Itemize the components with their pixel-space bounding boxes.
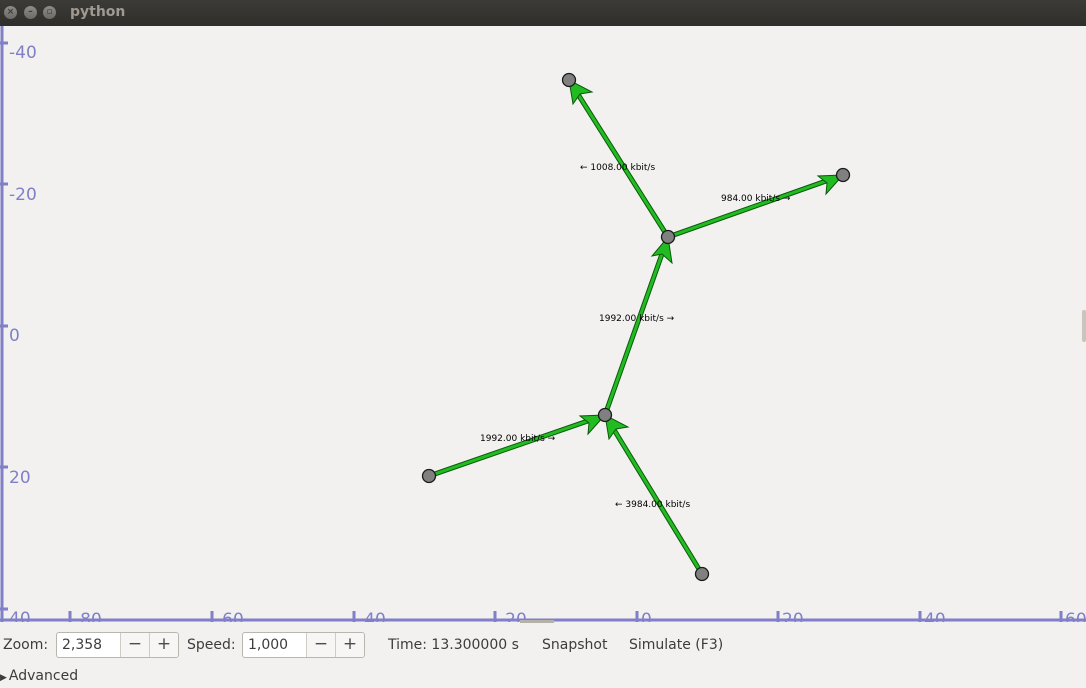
y-tick-label: 0 [9,326,20,346]
x-tick-label: 20 [782,610,804,622]
link-rate-label: 984.00 kbit/s → [721,194,791,204]
zoom-increment-button[interactable]: + [149,633,178,657]
zoom-value[interactable]: 2,358 [57,633,120,657]
advanced-expander[interactable]: ▶ Advanced [0,668,78,684]
x-tick-label: -80 [74,610,102,622]
title-bar: × – ▫ python [0,0,1086,26]
x-tick-label: 60 [1065,610,1086,622]
node-mid[interactable] [597,407,613,423]
y-tick-label: -20 [9,185,37,205]
x-tick-label: -40 [358,610,386,622]
link-hub-to-right[interactable] [667,172,845,240]
node-bottom[interactable] [694,566,710,582]
expander-arrow-icon: ▶ [0,673,7,683]
control-toolbar: Zoom: 2,358 − + Speed: 1,000 − + Time: 1… [0,624,1086,664]
node-right[interactable] [835,167,851,183]
speed-increment-button[interactable]: + [335,633,364,657]
window-maximize-button[interactable]: ▫ [43,6,56,19]
x-tick-label: -60 [216,610,244,622]
network-topology-plot: -40 -20 0 20 40 -80 -60 -40 -20 0 20 40 … [0,26,1086,622]
zoom-label: Zoom: [3,637,49,653]
node-top[interactable] [561,72,577,88]
simulate-button[interactable]: Simulate (F3) [629,637,723,653]
y-tick-label: 20 [9,468,31,488]
snapshot-button[interactable]: Snapshot [542,637,607,653]
speed-label: Speed: [187,637,236,653]
simulation-time: Time: 13.300000 s [388,637,519,653]
window-minimize-button[interactable]: – [24,6,37,19]
zoom-spinbox[interactable]: 2,358 − + [56,632,179,658]
window-title: python [70,4,126,20]
x-tick-label: 0 [641,610,652,622]
speed-decrement-button[interactable]: − [306,633,335,657]
speed-spinbox[interactable]: 1,000 − + [242,632,365,658]
link-hub-to-top[interactable] [566,78,671,239]
zoom-decrement-button[interactable]: − [120,633,149,657]
window-close-button[interactable]: × [4,6,17,19]
horizontal-scrollbar-thumb[interactable] [520,620,554,623]
link-rate-label: 1992.00 kbit/s → [599,314,675,324]
vertical-scrollbar-thumb[interactable] [1082,310,1086,342]
simulation-canvas[interactable]: -40 -20 0 20 40 -80 -60 -40 -20 0 20 40 … [0,26,1086,623]
link-rate-label: ← 3984.00 kbit/s [615,500,690,510]
link-bottom-to-mid[interactable] [602,413,705,576]
y-tick-label: -40 [9,43,37,63]
link-rate-label: ← 1008.00 kbit/s [580,163,655,173]
link-mid-to-hub[interactable] [602,235,673,416]
link-rate-label: 1992.00 kbit/s → [480,434,556,444]
speed-value[interactable]: 1,000 [243,633,306,657]
node-left[interactable] [421,468,437,484]
advanced-label: Advanced [8,668,79,684]
node-hub[interactable] [660,229,676,245]
link-left-to-mid[interactable] [428,412,607,479]
x-tick-label: 40 [924,610,946,622]
